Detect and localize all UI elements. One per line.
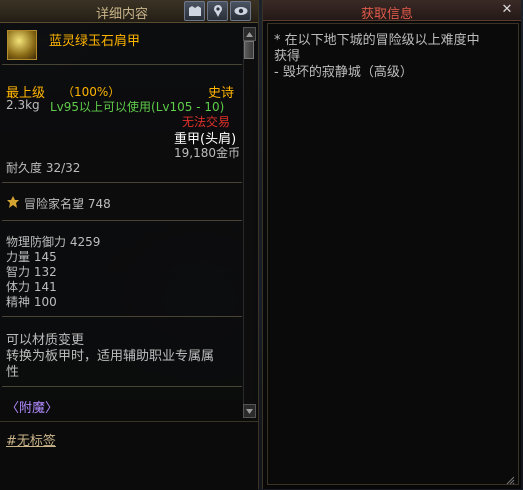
tag-link[interactable]: #无标签: [6, 430, 56, 449]
scrollbar-thumb[interactable]: [244, 41, 254, 59]
description-line-2: 转换为板甲时，适用辅助职业专属属: [6, 349, 215, 364]
enchant-label: 〈附魔〉: [6, 401, 59, 416]
compare-icon[interactable]: [184, 1, 205, 21]
close-icon[interactable]: ✕: [499, 2, 515, 18]
scroll-down-arrow[interactable]: [243, 404, 256, 418]
eye-icon[interactable]: [230, 1, 251, 21]
item-detail-panel: 详细内容 蓝灵绿玉石肩甲 最上级 （100%） 史诗 2.3kg Lv95以上可…: [0, 0, 259, 490]
description-line-3: 性: [6, 365, 20, 380]
reputation-icon: [6, 195, 20, 209]
resize-grip-icon[interactable]: [505, 474, 515, 485]
acquisition-info-header[interactable]: 获取信息 ✕: [263, 0, 521, 22]
item-weight: 2.3kg: [6, 98, 40, 112]
scroll-up-arrow[interactable]: [243, 27, 256, 41]
divider: [2, 64, 242, 65]
divider: [2, 182, 242, 183]
pin-icon[interactable]: [207, 1, 228, 21]
tag-footer: #无标签: [0, 421, 258, 490]
item-price: 19,180金币: [174, 146, 240, 160]
adventurer-reputation: 冒险家名望 748: [24, 197, 111, 211]
scrollbar-track[interactable]: [243, 40, 254, 418]
item-name: 蓝灵绿玉石肩甲: [49, 34, 141, 49]
divider: [2, 316, 242, 317]
item-icon-shoulder-armor: [7, 30, 37, 60]
acquisition-info-panel: 获取信息 ✕ * 在以下地下城的冒险级以上难度中 获得 - 毁坏的寂静城（高级）: [262, 0, 521, 489]
item-detail-header[interactable]: 详细内容: [0, 0, 258, 23]
item-durability: 耐久度 32/32: [6, 161, 81, 175]
item-detail-title: 详细内容: [96, 7, 149, 22]
source-dungeon: - 毁坏的寂静城（高级）: [274, 65, 413, 80]
divider: [2, 386, 242, 387]
source-line-1: * 在以下地下城的冒险级以上难度中: [274, 33, 480, 48]
stat-spirit: 精神 100: [6, 295, 57, 309]
acquisition-info-title: 获取信息: [361, 7, 414, 22]
divider: [2, 220, 242, 221]
acquisition-info-body: * 在以下地下城的冒险级以上难度中 获得 - 毁坏的寂静城（高级）: [267, 23, 519, 485]
